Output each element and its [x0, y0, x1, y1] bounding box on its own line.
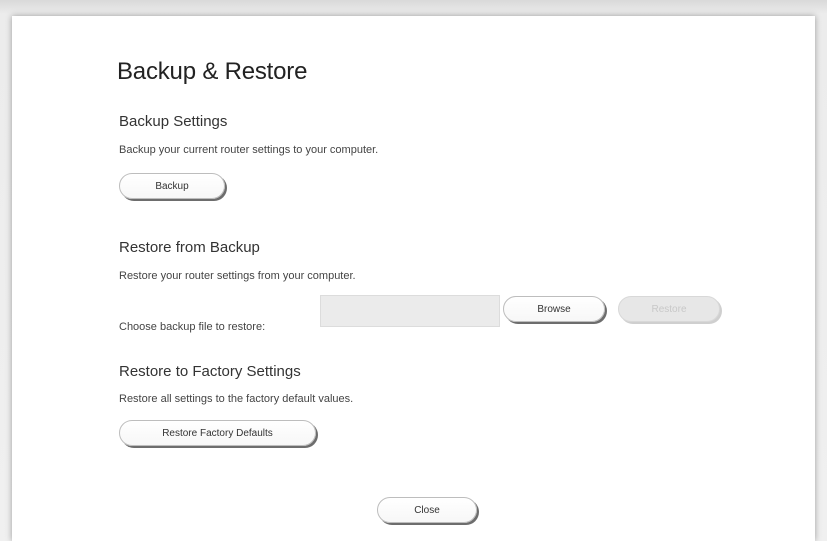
restore-button[interactable]: Restore — [618, 296, 720, 322]
dialog-title: Backup & Restore — [117, 58, 308, 85]
restore-from-backup-description: Restore your router settings from your c… — [119, 270, 356, 282]
restore-from-backup-heading: Restore from Backup — [119, 239, 260, 256]
browse-button[interactable]: Browse — [503, 296, 605, 322]
factory-settings-description: Restore all settings to the factory defa… — [119, 393, 354, 405]
backup-file-label: Choose backup file to restore: — [119, 321, 266, 333]
close-button[interactable]: Close — [377, 497, 477, 523]
factory-settings-heading: Restore to Factory Settings — [119, 363, 301, 380]
backup-button[interactable]: Backup — [119, 173, 225, 199]
backup-settings-heading: Backup Settings — [119, 113, 228, 130]
restore-factory-defaults-button[interactable]: Restore Factory Defaults — [119, 420, 316, 446]
backup-settings-description: Backup your current router settings to y… — [119, 144, 379, 156]
backup-restore-dialog: Backup & Restore Backup Settings Backup … — [12, 16, 815, 541]
backup-file-field[interactable] — [320, 295, 500, 327]
